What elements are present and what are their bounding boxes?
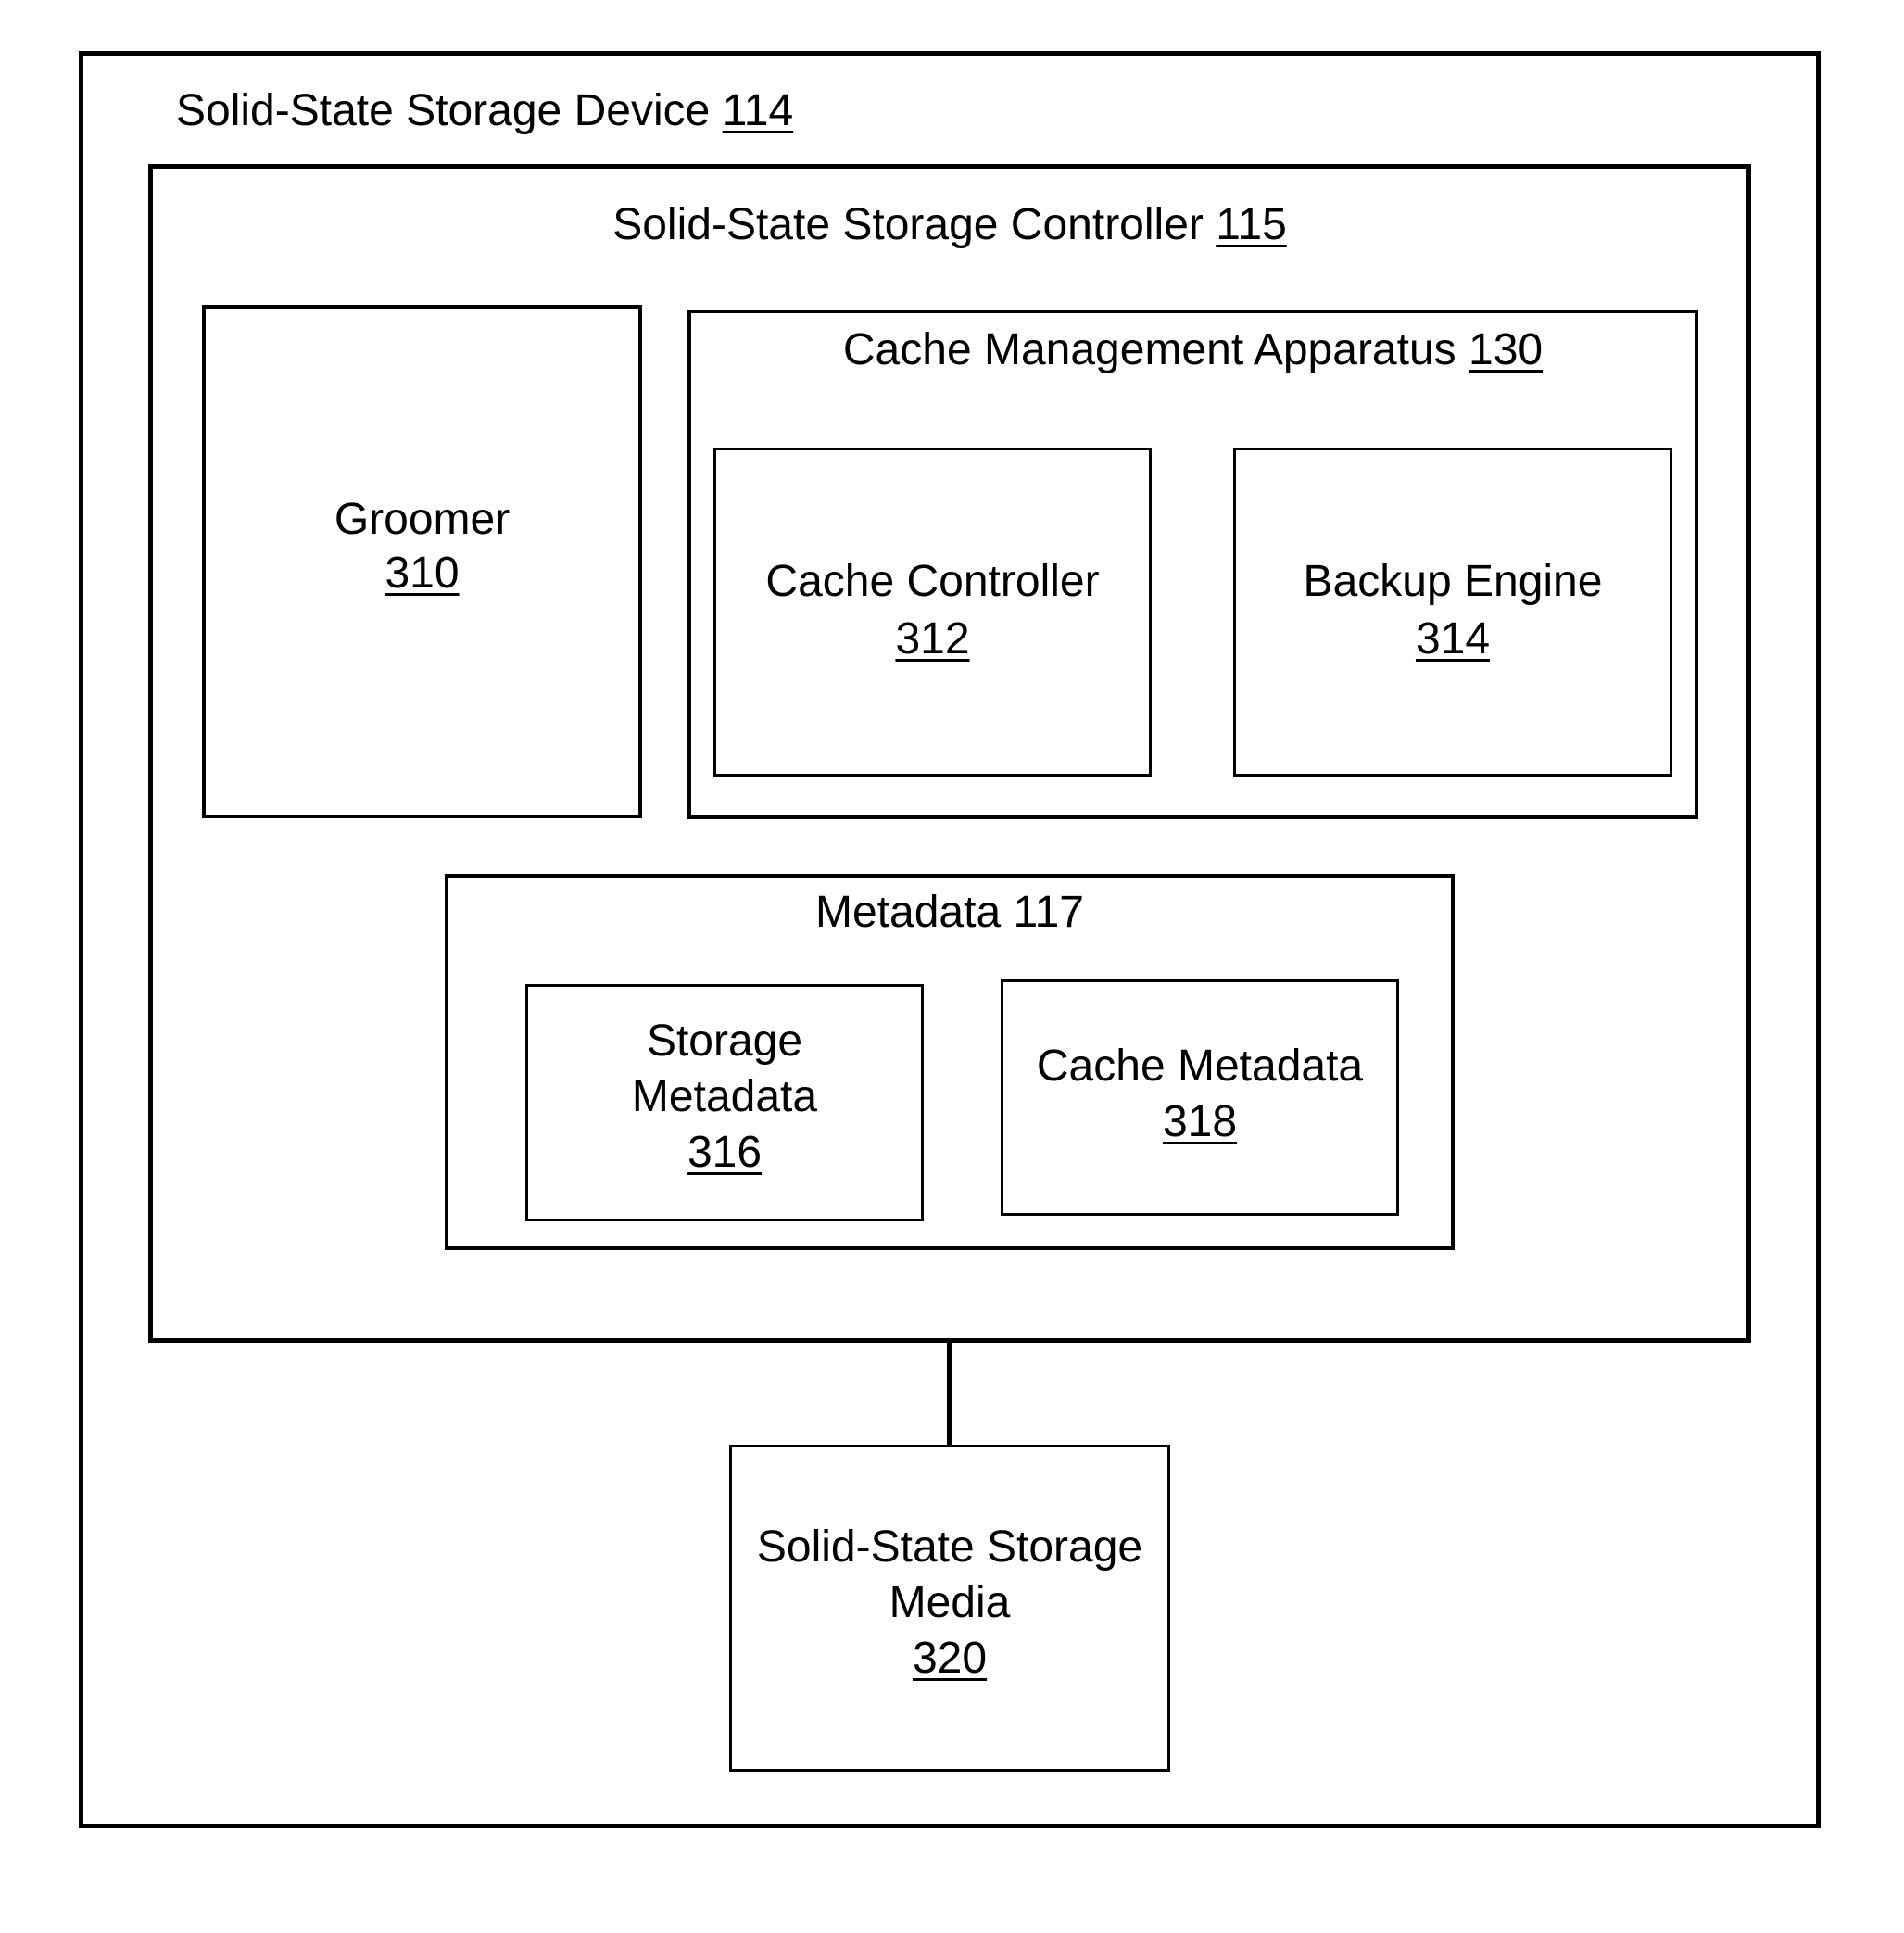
storage-media-label: Solid-State Storage Media 320 bbox=[729, 1520, 1170, 1687]
cache-metadata-label: Cache Metadata 318 bbox=[1001, 1039, 1399, 1150]
storage-device-title: Solid-State Storage Device bbox=[176, 86, 711, 135]
storage-media-ref: 320 bbox=[912, 1634, 988, 1683]
cache-management-ref: 130 bbox=[1469, 325, 1544, 374]
backup-engine-title: Backup Engine bbox=[1303, 557, 1603, 606]
storage-controller-label: Solid-State Storage Controller 115 bbox=[148, 197, 1751, 253]
storage-metadata-title-line2: Metadata bbox=[631, 1072, 818, 1121]
storage-controller-title: Solid-State Storage Controller bbox=[612, 200, 1204, 249]
storage-metadata-ref: 316 bbox=[687, 1128, 763, 1177]
metadata-label: Metadata 117 bbox=[445, 885, 1455, 941]
groomer-title: Groomer bbox=[334, 495, 511, 544]
cache-controller-title: Cache Controller bbox=[765, 557, 1100, 606]
cache-metadata-title: Cache Metadata bbox=[1036, 1042, 1364, 1091]
storage-device-label: Solid-State Storage Device 114 bbox=[176, 83, 793, 139]
cache-controller-ref: 312 bbox=[895, 614, 970, 663]
groomer-ref: 310 bbox=[385, 549, 460, 598]
backup-engine-ref: 314 bbox=[1415, 614, 1491, 663]
groomer-label: Groomer 310 bbox=[202, 493, 642, 600]
metadata-title: Metadata 117 bbox=[815, 888, 1084, 937]
cache-metadata-ref: 318 bbox=[1162, 1097, 1238, 1146]
storage-metadata-title-line1: Storage bbox=[646, 1017, 803, 1066]
controller-media-connector bbox=[947, 1342, 952, 1446]
storage-device-ref: 114 bbox=[722, 86, 794, 135]
storage-controller-ref: 115 bbox=[1216, 200, 1287, 249]
storage-media-title-line2: Media bbox=[889, 1578, 1011, 1627]
cache-management-label: Cache Management Apparatus 130 bbox=[687, 322, 1698, 378]
storage-metadata-label: Storage Metadata 316 bbox=[525, 1014, 924, 1181]
cache-management-title: Cache Management Apparatus bbox=[842, 325, 1456, 374]
storage-media-title-line1: Solid-State Storage bbox=[756, 1522, 1143, 1572]
cache-controller-label: Cache Controller 312 bbox=[713, 553, 1152, 668]
backup-engine-label: Backup Engine 314 bbox=[1233, 553, 1672, 668]
